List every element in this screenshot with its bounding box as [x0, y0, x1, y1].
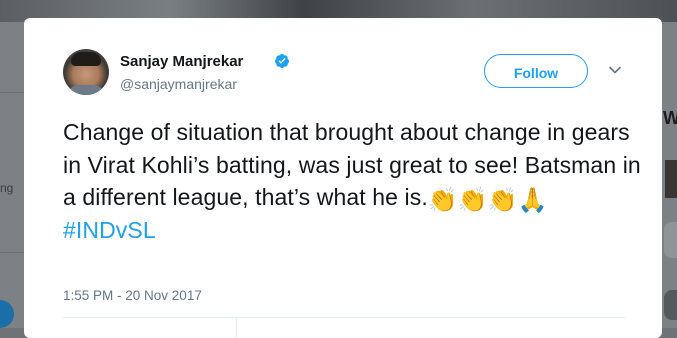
hashtag-link[interactable]: #INDvSL: [63, 217, 156, 243]
tweet-timestamp[interactable]: 1:55 PM - 20 Nov 2017: [63, 288, 202, 303]
verified-badge-icon: [274, 54, 289, 68]
tweet-text: Change of situation that brought about c…: [63, 116, 643, 246]
background-heading-fragment: W: [663, 108, 677, 128]
clapping-hands-emoji: 👏: [427, 187, 458, 214]
avatar-shirt: [67, 85, 105, 95]
background-thumbnail: [665, 160, 677, 198]
background-text-fragment: ng: [0, 181, 14, 195]
follow-button[interactable]: Follow: [484, 54, 588, 88]
tweet-body: Change of situation that brought about c…: [63, 119, 641, 210]
background-divider: [0, 252, 24, 253]
divider: [236, 318, 237, 338]
background-left-column: [0, 22, 24, 328]
user-handle[interactable]: @sanjaymanjrekar: [120, 76, 237, 92]
clapping-hands-emoji: 👏: [457, 187, 488, 214]
clapping-hands-emoji: 👏: [487, 187, 518, 214]
background-avatar: [664, 290, 677, 320]
folded-hands-emoji: 🙏: [517, 187, 548, 214]
tweet-modal: Sanjay Manjrekar @sanjaymanjrekar Follow…: [24, 18, 662, 338]
background-avatar: [664, 222, 677, 258]
avatar[interactable]: [63, 49, 109, 95]
avatar-hair: [71, 52, 101, 66]
display-name[interactable]: Sanjay Manjrekar: [120, 53, 243, 70]
chevron-down-icon[interactable]: [608, 63, 622, 77]
background-divider: [0, 92, 24, 93]
divider: [63, 317, 625, 318]
